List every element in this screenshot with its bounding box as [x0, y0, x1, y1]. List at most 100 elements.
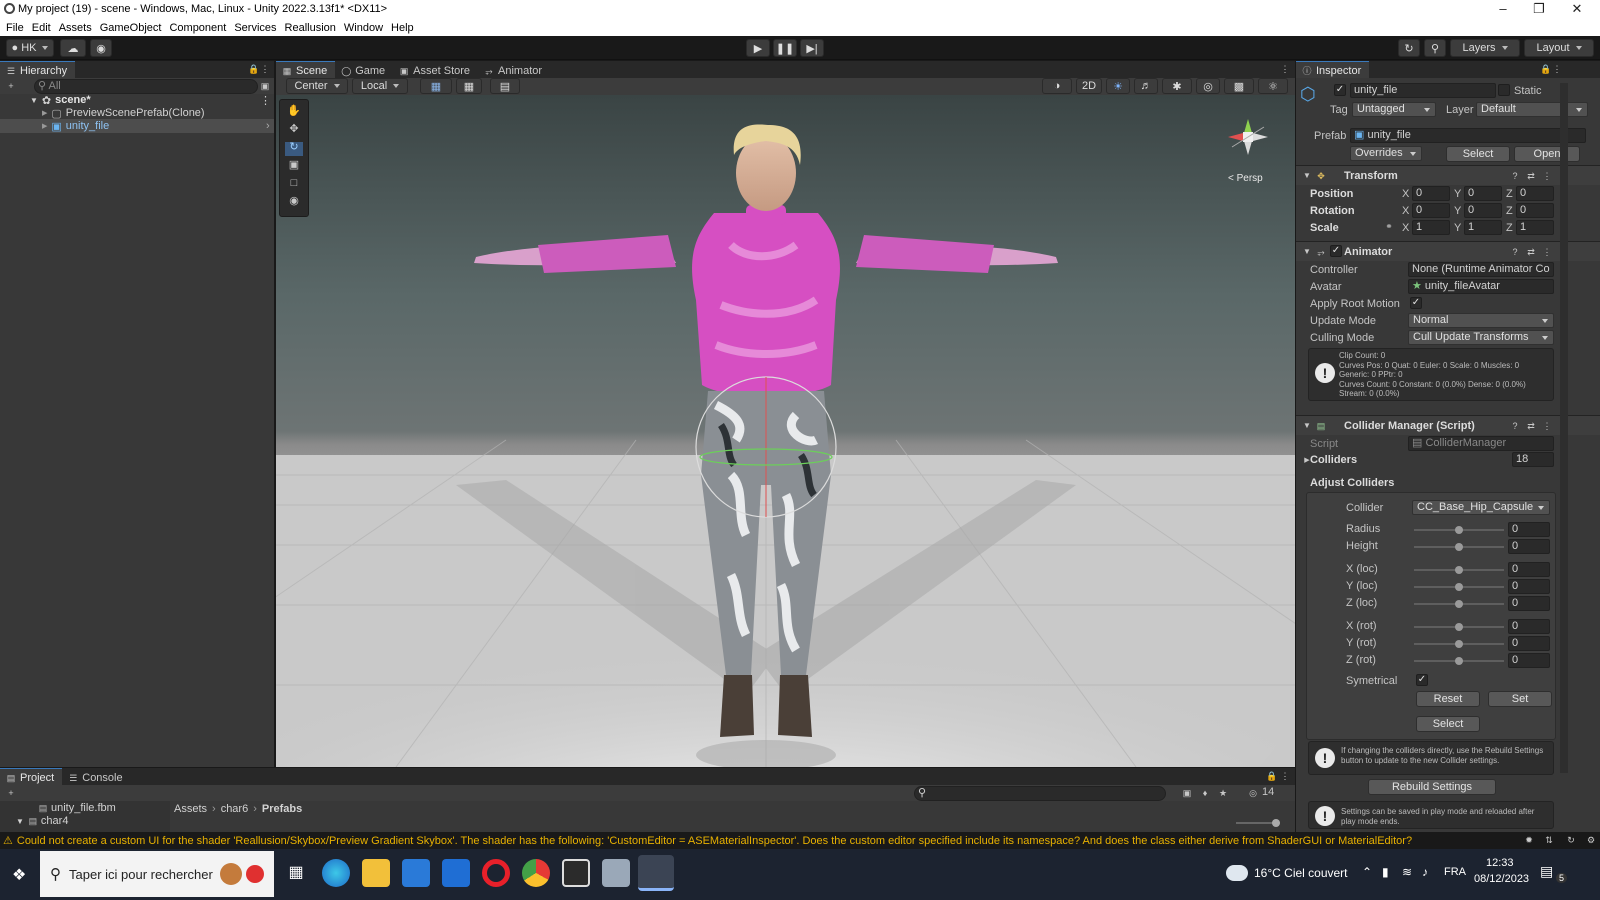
chevron-down-icon[interactable]: ▼: [1302, 421, 1312, 431]
collider-manager-header[interactable]: ▼ ▤ Collider Manager (Script) ? ⇄ ⋮: [1296, 415, 1600, 435]
hierarchy-search-input[interactable]: ⚲ All: [34, 79, 258, 94]
object-name-field[interactable]: unity_file: [1350, 83, 1496, 98]
play-button[interactable]: ▶: [746, 39, 770, 57]
kebab-menu-icon[interactable]: ⋮: [1542, 421, 1552, 431]
set-button[interactable]: Set: [1488, 691, 1552, 707]
menu-assets[interactable]: Assets: [59, 22, 92, 34]
chevron-down-icon[interactable]: ▼: [16, 817, 24, 826]
tab-game[interactable]: ◯ Game: [335, 61, 393, 78]
lock-icon[interactable]: 🔒: [1266, 771, 1277, 781]
battery-icon[interactable]: ▮: [1382, 865, 1389, 879]
sync-icon[interactable]: ↻: [1566, 835, 1576, 845]
status-bar[interactable]: ⚠ Could not create a custom UI for the s…: [0, 832, 1600, 849]
scene-viewport[interactable]: < Persp ✋ ✥ ↻ ▣ □ ◉: [276, 95, 1295, 767]
pause-button[interactable]: ❚❚: [773, 39, 797, 57]
tab-inspector[interactable]: ⓘ Inspector: [1296, 61, 1370, 78]
orientation-gizmo[interactable]: [1228, 119, 1268, 155]
pivot-center-dropdown[interactable]: Center: [286, 78, 348, 94]
chevron-down-icon[interactable]: ▼: [1302, 171, 1312, 181]
file-explorer-icon[interactable]: [362, 859, 390, 887]
reset-button[interactable]: Reset: [1416, 691, 1480, 707]
move-tool-icon[interactable]: ✥: [285, 124, 303, 138]
camera-dropdown[interactable]: ▩: [1224, 78, 1254, 94]
projection-label[interactable]: < Persp: [1228, 173, 1263, 184]
chevron-down-icon[interactable]: ▼: [30, 96, 38, 105]
menu-services[interactable]: Services: [234, 22, 276, 34]
breadcrumb-assets[interactable]: Assets: [174, 803, 207, 815]
preset-icon[interactable]: ⇄: [1526, 171, 1536, 181]
clock-date[interactable]: 08/12/2023: [1474, 873, 1529, 885]
object-active-checkbox[interactable]: ✓: [1334, 84, 1346, 96]
effects-dropdown[interactable]: ✱: [1162, 78, 1192, 94]
transform-header[interactable]: ▼ ✥ Transform ? ⇄ ⋮: [1296, 165, 1600, 185]
cloud-button[interactable]: ☁: [60, 39, 86, 57]
unity-editor-icon[interactable]: [638, 855, 674, 891]
menu-window[interactable]: Window: [344, 22, 383, 34]
menu-edit[interactable]: Edit: [32, 22, 51, 34]
hierarchy-item-unity-file[interactable]: ▶ ▣ unity_file ›: [0, 119, 274, 133]
menu-help[interactable]: Help: [391, 22, 414, 34]
update-mode-dropdown[interactable]: Normal: [1408, 313, 1554, 328]
help-icon[interactable]: ?: [1510, 171, 1520, 181]
chevron-up-icon[interactable]: ⌃: [1362, 865, 1372, 879]
transform-tool-icon[interactable]: ◉: [285, 196, 303, 210]
chevron-right-icon[interactable]: ▶: [42, 109, 47, 117]
tree-item-char4[interactable]: ▼ ▤ char4: [16, 815, 68, 827]
layers-dropdown[interactable]: Layers: [1450, 39, 1520, 57]
draw-mode-dropdown[interactable]: ◑: [1042, 78, 1072, 94]
preset-icon[interactable]: ⇄: [1526, 421, 1536, 431]
network-icon[interactable]: ⇅: [1544, 835, 1554, 845]
slider-knob[interactable]: [1455, 583, 1463, 591]
slider-knob[interactable]: [1455, 566, 1463, 574]
edge-icon[interactable]: [322, 859, 350, 887]
apply-root-motion-checkbox[interactable]: ✓: [1410, 297, 1422, 309]
slider-value-field[interactable]: 0: [1508, 522, 1550, 537]
chrome-icon[interactable]: [522, 859, 550, 887]
help-icon[interactable]: ?: [1510, 421, 1520, 431]
prefab-open-button[interactable]: Open: [1514, 146, 1580, 162]
ruler-button[interactable]: ▤: [490, 78, 520, 94]
favorite-icon[interactable]: ★: [1218, 788, 1228, 798]
tab-console[interactable]: ☰ Console: [62, 768, 130, 785]
menu-gameobject[interactable]: GameObject: [100, 22, 162, 34]
filter-icon[interactable]: ▣: [260, 81, 270, 91]
kebab-menu-icon[interactable]: ⋮: [1542, 171, 1552, 181]
slider-value-field[interactable]: 0: [1508, 562, 1550, 577]
tab-asset-store[interactable]: ▣ Asset Store: [393, 61, 478, 78]
zoom-slider-knob[interactable]: [1272, 819, 1280, 827]
settings-icon[interactable]: ⚙: [1586, 835, 1596, 845]
transform-x-field[interactable]: 0: [1412, 186, 1450, 201]
collider-select-button[interactable]: Select: [1416, 716, 1480, 732]
rect-tool-icon[interactable]: □: [285, 178, 303, 192]
kebab-menu-icon[interactable]: ⋮: [1280, 771, 1290, 781]
history-button[interactable]: ↻: [1398, 39, 1420, 57]
hierarchy-item-scene[interactable]: ▼ ✿ scene* ⋮: [0, 93, 274, 107]
tab-animator[interactable]: ⥅ Animator: [478, 61, 550, 78]
transform-z-field[interactable]: 1: [1516, 220, 1554, 235]
weather-text[interactable]: 16°C Ciel couvert: [1254, 866, 1348, 880]
layout-dropdown[interactable]: Layout: [1524, 39, 1594, 57]
scale-tool-icon[interactable]: ▣: [285, 160, 303, 174]
tab-hierarchy[interactable]: ☰ Hierarchy: [0, 61, 76, 78]
animator-header[interactable]: ▼ ⥅ ✓ Animator ? ⇄ ⋮: [1296, 241, 1600, 261]
controller-field[interactable]: None (Runtime Animator Co: [1408, 262, 1554, 277]
layer-dropdown[interactable]: Default: [1476, 102, 1588, 117]
transform-y-field[interactable]: 0: [1464, 203, 1502, 218]
grid-snap-button[interactable]: ▦: [420, 78, 452, 94]
wifi-icon[interactable]: ≋: [1402, 865, 1412, 879]
collab-button[interactable]: ◉: [90, 39, 112, 57]
add-icon[interactable]: +: [6, 788, 16, 798]
lighting-toggle[interactable]: ☀: [1106, 78, 1130, 94]
close-icon[interactable]: ✕: [1560, 1, 1594, 17]
tag-dropdown[interactable]: Untagged: [1352, 102, 1436, 117]
tab-project[interactable]: ▤ Project: [0, 768, 63, 785]
slider-value-field[interactable]: 0: [1508, 596, 1550, 611]
static-checkbox[interactable]: [1498, 84, 1510, 96]
label-icon[interactable]: ♦: [1200, 788, 1210, 798]
slider-value-field[interactable]: 0: [1508, 653, 1550, 668]
link-icon[interactable]: ⚭: [1384, 221, 1394, 231]
slider-knob[interactable]: [1455, 600, 1463, 608]
gizmos-dropdown[interactable]: ⚛: [1258, 78, 1288, 94]
symetrical-checkbox[interactable]: ✓: [1416, 674, 1428, 686]
project-search-input[interactable]: ⚲: [914, 786, 1166, 801]
